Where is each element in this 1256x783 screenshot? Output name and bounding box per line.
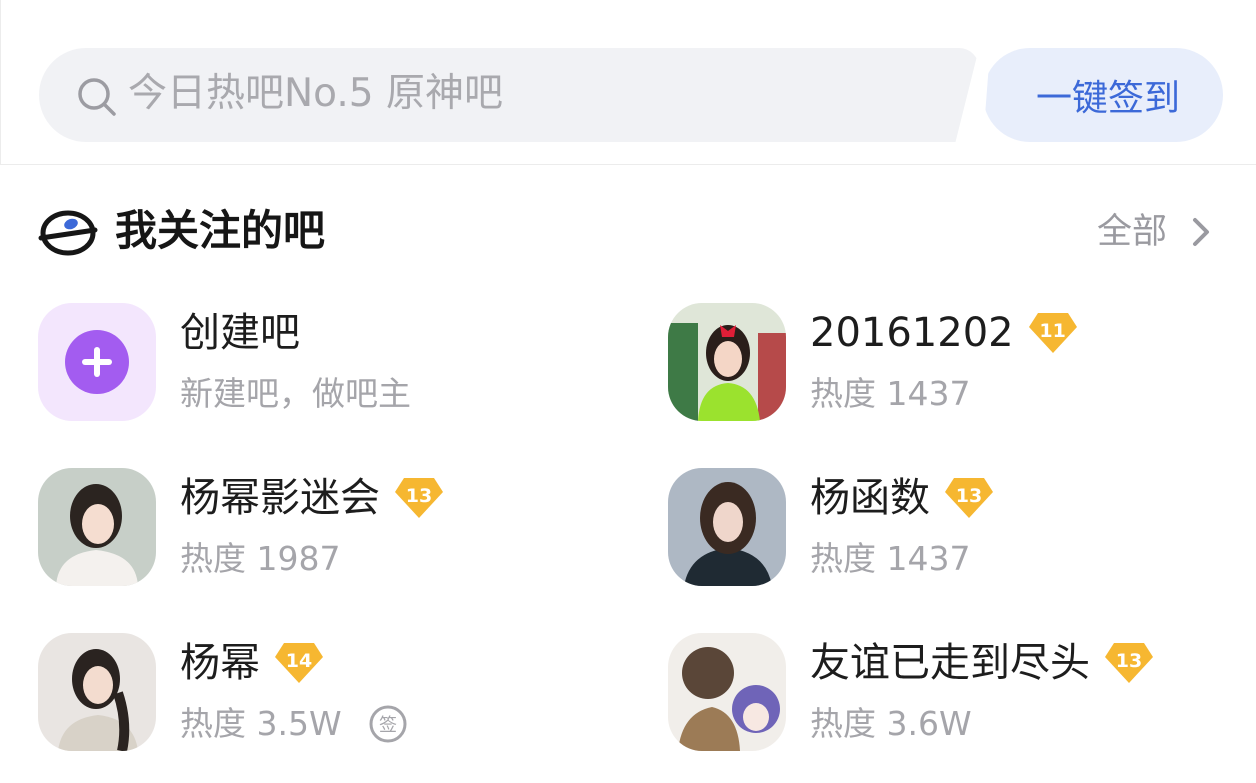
forum-subtitle: 新建吧，做吧主 xyxy=(180,374,411,413)
forum-heat: 热度 3.6W xyxy=(810,704,972,743)
forum-item[interactable]: 友谊已走到尽头 13 热度 3.6W xyxy=(668,633,1228,753)
avatar-image xyxy=(38,633,156,751)
forum-heat: 热度 1987 xyxy=(180,539,341,578)
forum-item[interactable]: 20161202 11 热度 1437 xyxy=(668,303,1228,423)
avatar-image xyxy=(668,468,786,586)
section-title: 我关注的吧 xyxy=(115,206,326,255)
forum-item[interactable]: 杨函数 13 热度 1437 xyxy=(668,468,1228,588)
one-click-signin-button[interactable]: 一键签到 xyxy=(983,48,1223,142)
forum-name: 20161202 xyxy=(810,310,1014,356)
forum-name: 友谊已走到尽头 xyxy=(810,640,1090,686)
create-forum-tile[interactable] xyxy=(38,303,156,421)
forum-item[interactable]: 杨幂影迷会 13 热度 1987 xyxy=(38,468,598,588)
forum-name: 创建吧 xyxy=(180,310,300,356)
avatar-image xyxy=(668,633,786,751)
forum-avatar[interactable] xyxy=(38,633,156,751)
level-number: 14 xyxy=(285,650,313,672)
level-badge: 13 xyxy=(394,476,444,520)
followed-forums-icon xyxy=(38,210,98,256)
svg-text:签: 签 xyxy=(379,715,397,736)
forum-avatar[interactable] xyxy=(38,468,156,586)
avatar-image xyxy=(668,303,786,421)
forum-name: 杨幂影迷会 xyxy=(180,475,380,521)
level-number: 13 xyxy=(955,485,983,507)
chevron-right-icon xyxy=(1193,218,1210,246)
signed-in-icon: 签 xyxy=(369,705,407,743)
forum-name: 杨函数 xyxy=(810,475,930,521)
view-all-label: 全部 xyxy=(1097,212,1168,252)
forum-avatar[interactable] xyxy=(668,468,786,586)
view-all-link[interactable]: 全部 xyxy=(1097,210,1215,254)
level-badge: 13 xyxy=(944,476,994,520)
level-badge: 14 xyxy=(274,641,324,685)
create-forum-item[interactable]: 创建吧 新建吧，做吧主 xyxy=(38,303,598,423)
level-badge: 13 xyxy=(1104,641,1154,685)
level-badge: 11 xyxy=(1028,311,1078,355)
search-icon xyxy=(78,78,116,116)
forum-avatar[interactable] xyxy=(668,303,786,421)
forum-item[interactable]: 杨幂 14 热度 3.5W 签 xyxy=(38,633,598,753)
search-placeholder[interactable]: 今日热吧No.5 原神吧 xyxy=(128,66,503,122)
forum-avatar[interactable] xyxy=(668,633,786,751)
level-number: 13 xyxy=(1115,650,1143,672)
top-bar: 今日热吧No.5 原神吧 一键签到 xyxy=(0,0,1256,165)
forum-name: 杨幂 xyxy=(180,640,260,686)
level-number: 13 xyxy=(405,485,433,507)
level-number: 11 xyxy=(1039,320,1066,342)
forum-heat-row: 热度 3.5W 签 xyxy=(180,701,408,747)
plus-icon xyxy=(65,330,129,394)
forum-heat: 热度 1437 xyxy=(810,374,971,413)
forum-heat: 热度 3.5W xyxy=(180,704,342,743)
avatar-image xyxy=(38,468,156,586)
forum-heat: 热度 1437 xyxy=(810,539,971,578)
